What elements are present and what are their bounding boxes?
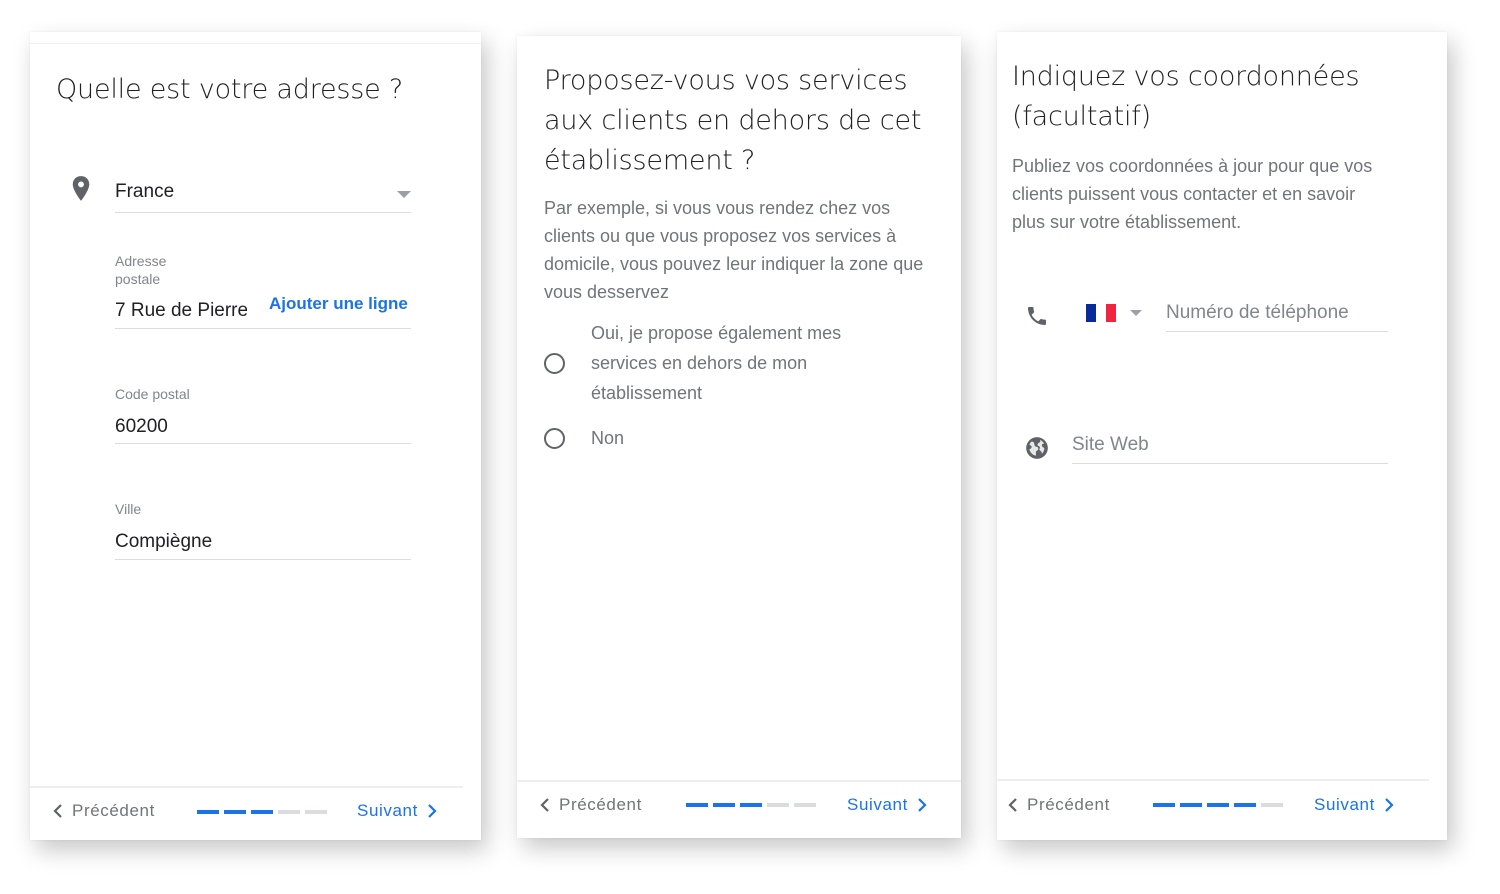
radio-label: Non	[591, 428, 625, 448]
progress-indicator	[1153, 803, 1283, 807]
progress-step-complete	[713, 803, 735, 807]
progress-step-complete	[686, 803, 708, 807]
flag-red-stripe	[1106, 304, 1116, 322]
next-button[interactable]: Suivant	[847, 795, 928, 815]
previous-button[interactable]: Précédent	[1007, 795, 1110, 815]
globe-icon	[1026, 437, 1048, 459]
country-code-dropdown-arrow-icon[interactable]	[1130, 310, 1142, 316]
page-title: Proposez-vous vos services aux clients e…	[544, 65, 922, 176]
city-field[interactable]: Ville Compiègne	[115, 500, 411, 560]
service-area-step-card: Proposez-vous vos services aux clients e…	[517, 36, 961, 838]
website-input[interactable]: Site Web	[1072, 433, 1388, 464]
progress-step-pending	[767, 803, 789, 807]
page-title: Quelle est votre adresse ?	[56, 74, 404, 105]
next-label: Suivant	[357, 801, 418, 820]
add-address-line-link[interactable]: Ajouter une ligne	[269, 293, 408, 315]
progress-step-complete	[251, 810, 273, 814]
progress-step-pending	[794, 803, 816, 807]
flag-blue-stripe	[1086, 304, 1096, 322]
step-description: Publiez vos coordonnées à jour pour que …	[1012, 156, 1373, 232]
footer-divider	[30, 786, 463, 788]
chevron-left-icon	[1008, 798, 1017, 812]
country-value: France	[115, 181, 175, 202]
progress-step-complete	[197, 810, 219, 814]
country-select[interactable]: France	[115, 177, 411, 213]
chevron-left-icon	[53, 804, 62, 818]
next-button[interactable]: Suivant	[357, 801, 438, 821]
postal-code-label: Code postal	[115, 386, 190, 402]
radio-button[interactable]	[544, 427, 565, 449]
street-address-input[interactable]: 7 Rue de Pierre	[115, 299, 247, 323]
top-divider	[30, 43, 481, 44]
progress-step-pending	[278, 810, 300, 814]
footer-divider	[997, 779, 1429, 781]
city-label: Ville	[115, 501, 142, 517]
progress-step-complete	[740, 803, 762, 807]
phone-number-input[interactable]: Numéro de téléphone	[1166, 301, 1388, 332]
city-input[interactable]: Compiègne	[115, 530, 212, 554]
street-address-field[interactable]: Adresse postale 7 Rue de Pierre Ajouter …	[115, 252, 411, 329]
previous-label: Précédent	[559, 795, 642, 814]
progress-indicator	[686, 803, 816, 807]
progress-step-pending	[1261, 803, 1283, 807]
progress-step-complete	[224, 810, 246, 814]
chevron-left-icon	[540, 798, 549, 812]
radio-option-no[interactable]: Non	[544, 423, 891, 453]
location-pin-icon	[72, 176, 90, 201]
progress-indicator	[197, 810, 327, 814]
chevron-right-icon	[1385, 798, 1394, 812]
radio-option-yes[interactable]: Oui, je propose également mes services e…	[544, 318, 891, 408]
postal-code-input[interactable]: 60200	[115, 415, 168, 439]
flag-white-stripe	[1096, 304, 1106, 322]
phone-icon	[1028, 307, 1046, 325]
footer-divider	[517, 780, 961, 782]
previous-button[interactable]: Précédent	[52, 801, 155, 821]
next-button[interactable]: Suivant	[1314, 795, 1395, 815]
dropdown-arrow-icon	[397, 191, 411, 198]
next-label: Suivant	[847, 795, 908, 814]
address-step-card: Quelle est votre adresse ? France Adress…	[30, 32, 481, 840]
page-title: Indiquez vos coordonnées (facultatif)	[1012, 61, 1360, 132]
progress-step-complete	[1180, 803, 1202, 807]
step-description: Par exemple, si vous vous rendez chez vo…	[544, 198, 924, 302]
chevron-right-icon	[428, 804, 437, 818]
progress-step-complete	[1153, 803, 1175, 807]
previous-label: Précédent	[72, 801, 155, 820]
radio-label: Oui, je propose également mes services e…	[591, 323, 842, 403]
chevron-right-icon	[918, 798, 927, 812]
radio-button[interactable]	[544, 352, 565, 374]
contact-step-card: Indiquez vos coordonnées (facultatif) Pu…	[997, 32, 1447, 840]
previous-button[interactable]: Précédent	[539, 795, 642, 815]
previous-label: Précédent	[1027, 795, 1110, 814]
progress-step-complete	[1234, 803, 1256, 807]
next-label: Suivant	[1314, 795, 1375, 814]
france-flag-icon[interactable]	[1086, 304, 1116, 322]
street-address-label: Adresse postale	[115, 253, 167, 287]
postal-code-field[interactable]: Code postal 60200	[115, 385, 411, 444]
progress-step-pending	[305, 810, 327, 814]
progress-step-complete	[1207, 803, 1229, 807]
